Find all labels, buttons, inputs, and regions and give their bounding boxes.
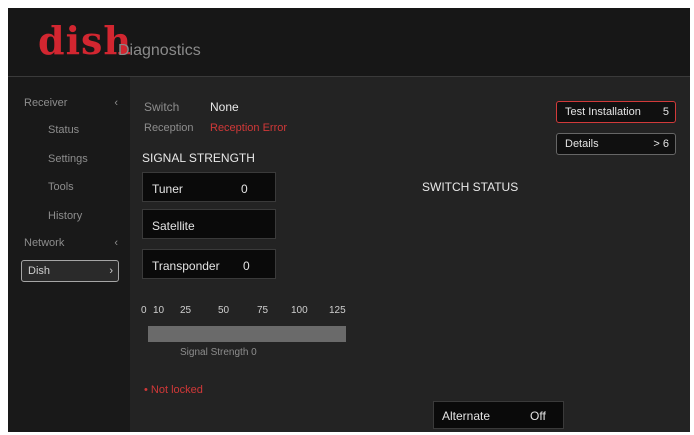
scale-tick: 75 bbox=[257, 305, 269, 316]
sidebar-item-network[interactable]: Network ‹ bbox=[24, 237, 124, 249]
scale-tick: 125 bbox=[329, 305, 346, 316]
button-label: Test Installation bbox=[565, 106, 641, 118]
signal-strength-bar bbox=[148, 326, 346, 342]
sidebar-item-label: Dish bbox=[28, 265, 51, 277]
button-shortcut: 5 bbox=[662, 106, 669, 118]
sidebar-item-dish[interactable]: Dish › bbox=[21, 260, 119, 282]
sidebar-item-tools[interactable]: Tools bbox=[48, 181, 74, 193]
transponder-value: 0 bbox=[243, 259, 250, 273]
button-label: Details bbox=[565, 138, 599, 150]
alternate-label: Alternate bbox=[442, 409, 491, 423]
status-note-text: Not locked bbox=[150, 384, 203, 396]
scale-tick: 50 bbox=[218, 305, 230, 316]
status-note: • Not locked bbox=[144, 384, 203, 396]
tuner-box: Tuner 0 bbox=[142, 172, 276, 202]
sidebar: Receiver ‹ Status Settings Tools History… bbox=[8, 77, 130, 432]
transponder-box: Transponder 0 bbox=[142, 249, 276, 279]
signal-strength-heading: SIGNAL STRENGTH bbox=[142, 151, 255, 165]
alternate-box: Alternate Off bbox=[433, 401, 564, 429]
reception-value: Reception Error bbox=[210, 122, 288, 134]
satellite-box: Satellite bbox=[142, 209, 276, 239]
tuner-label: Tuner bbox=[152, 182, 183, 196]
button-shortcut: > 6 bbox=[653, 138, 669, 150]
sidebar-item-label: Receiver bbox=[24, 97, 68, 109]
transponder-label: Transponder bbox=[152, 259, 220, 273]
chevron-left-icon: ‹ bbox=[114, 237, 118, 249]
chevron-left-icon: ‹ bbox=[114, 97, 118, 109]
scale-tick: 10 bbox=[153, 305, 165, 316]
details-button[interactable]: Details > 6 bbox=[556, 133, 676, 155]
scale-tick: 25 bbox=[180, 305, 192, 316]
test-installation-button[interactable]: Test Installation 5 bbox=[556, 101, 676, 123]
alternate-value: Off bbox=[530, 409, 546, 423]
sidebar-item-label: Network bbox=[24, 237, 65, 249]
app-title: Diagnostics bbox=[118, 42, 201, 59]
app-frame: dish Diagnostics Receiver ‹ Status Setti… bbox=[8, 8, 690, 432]
chevron-right-icon: › bbox=[109, 265, 113, 277]
header-bar: dish Diagnostics bbox=[8, 8, 690, 77]
satellite-label: Satellite bbox=[152, 219, 195, 233]
sidebar-item-history[interactable]: History bbox=[48, 210, 82, 222]
tuner-value: 0 bbox=[241, 182, 248, 196]
sidebar-item-receiver[interactable]: Receiver ‹ bbox=[24, 97, 124, 109]
sidebar-item-status[interactable]: Status bbox=[48, 124, 79, 136]
reception-label: Reception bbox=[144, 122, 194, 134]
switch-status-heading: SWITCH STATUS bbox=[422, 180, 519, 194]
scale-tick: 0 bbox=[141, 305, 147, 316]
switch-label: Switch bbox=[144, 100, 180, 114]
sidebar-item-settings[interactable]: Settings bbox=[48, 153, 88, 165]
scale-tick: 100 bbox=[291, 305, 308, 316]
switch-value: None bbox=[210, 100, 239, 114]
signal-strength-text: Signal Strength 0 bbox=[180, 347, 257, 358]
bullet-icon: • bbox=[144, 384, 151, 396]
